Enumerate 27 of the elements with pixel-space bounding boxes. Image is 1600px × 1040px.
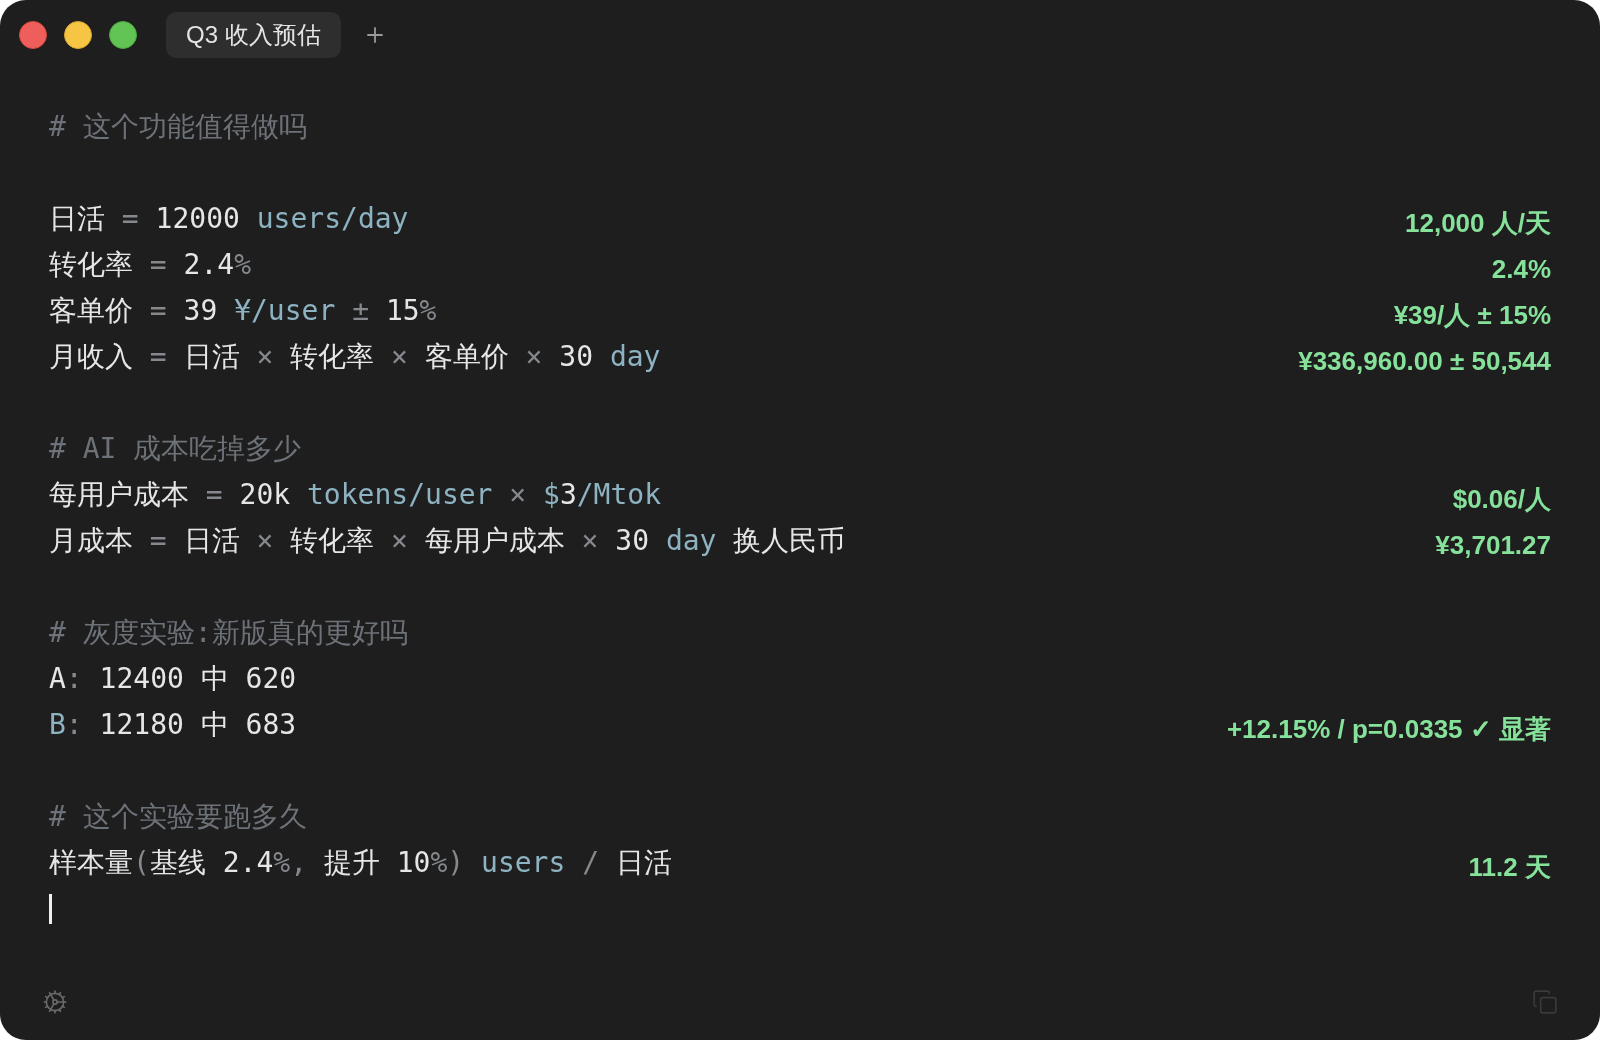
window-minimize-button[interactable] bbox=[64, 21, 92, 49]
result-value: $0.06/人 bbox=[1452, 484, 1551, 516]
comment-line: # 这个功能值得做吗 bbox=[49, 110, 307, 144]
result-value: 11.2 天 bbox=[1468, 852, 1551, 884]
code-line: 样本量(基线 2.4%, 提升 10%) users / 日活 bbox=[49, 846, 672, 880]
tab[interactable]: Q3 收入预估 bbox=[166, 12, 341, 58]
window-zoom-button[interactable] bbox=[109, 21, 137, 49]
code-line: 月收入 = 日活 × 转化率 × 客单价 × 30 day bbox=[49, 340, 661, 374]
gear-icon[interactable] bbox=[42, 989, 68, 1015]
text-cursor-icon bbox=[49, 894, 52, 924]
result-value: ¥39/人 ± 15% bbox=[1393, 300, 1551, 332]
result-value: 12,000 人/天 bbox=[1405, 208, 1551, 240]
code-line: 客单价 = 39 ¥/user ± 15% bbox=[49, 294, 437, 328]
window-close-button[interactable] bbox=[19, 21, 47, 49]
code-line: 日活 = 12000 users/day bbox=[49, 202, 409, 236]
code-line: A: 12400 中 620 bbox=[49, 662, 297, 696]
comment-line: # 灰度实验:新版真的更好吗 bbox=[49, 616, 408, 650]
code-line: 转化率 = 2.4% bbox=[49, 248, 251, 282]
result-value: 2.4% bbox=[1491, 254, 1551, 286]
code-line: 月成本 = 日活 × 转化率 × 每用户成本 × 30 day 换人民币 bbox=[49, 524, 846, 558]
comment-line: # AI 成本吃掉多少 bbox=[49, 432, 302, 466]
comment-line: # 这个实验要跑多久 bbox=[49, 800, 307, 834]
result-value: +12.15% / p=0.0335 ✓ 显著 bbox=[1226, 714, 1551, 746]
result-value: ¥3,701.27 bbox=[1435, 530, 1551, 562]
result-value: ¥336,960.00 ± 50,544 bbox=[1298, 346, 1551, 378]
code-line: B: 12180 中 683 bbox=[49, 708, 297, 742]
code-line: 每用户成本 = 20k tokens/user × $3/Mtok bbox=[49, 478, 662, 512]
